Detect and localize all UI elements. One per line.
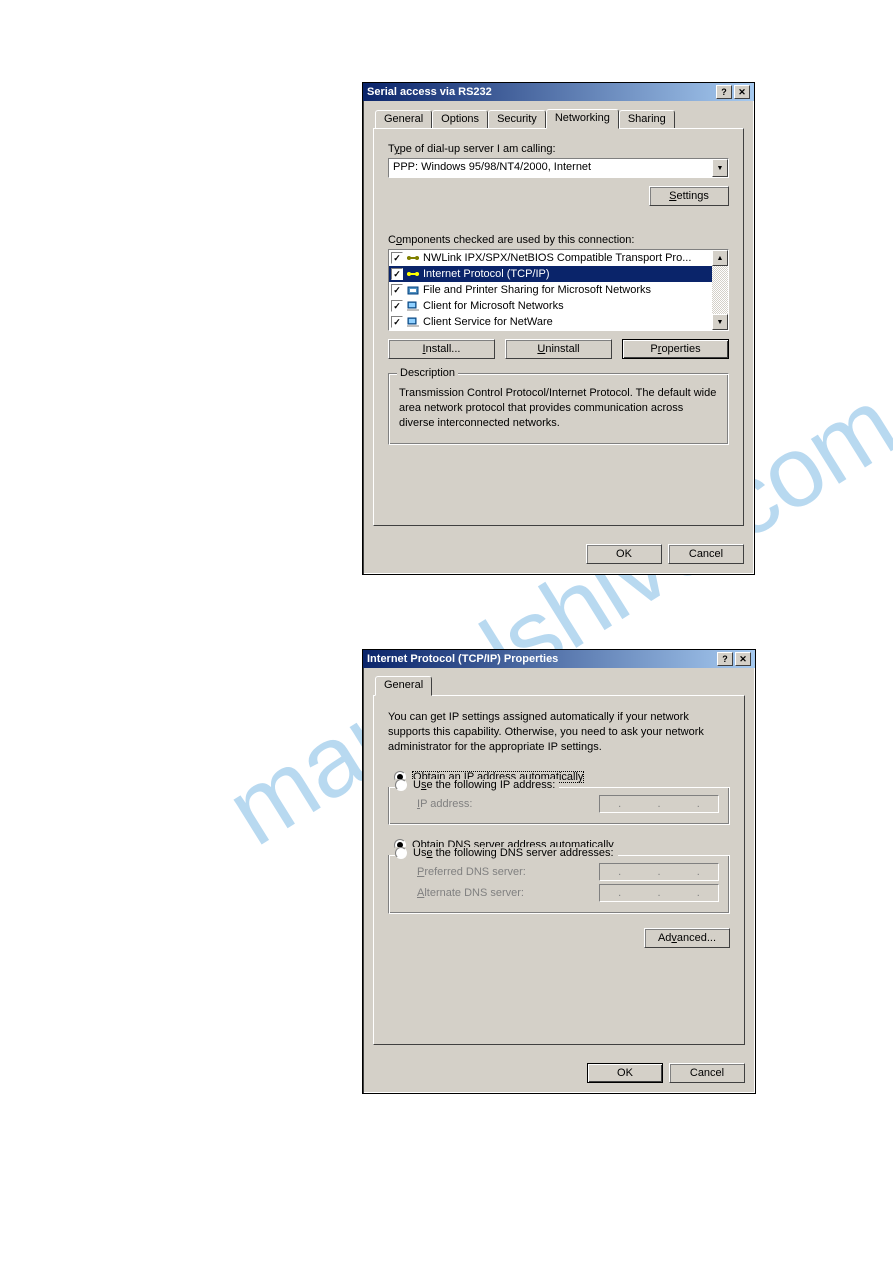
- list-item-label: NWLink IPX/SPX/NetBIOS Compatible Transp…: [423, 252, 691, 264]
- cancel-button[interactable]: Cancel: [669, 1063, 745, 1083]
- titlebar[interactable]: Internet Protocol (TCP/IP) Properties ? …: [363, 650, 755, 668]
- tab-panel-general: You can get IP settings assigned automat…: [373, 695, 745, 1045]
- dialog-body: General Options Security Networking Shar…: [363, 101, 754, 536]
- list-item-label: Client Service for NetWare: [423, 316, 553, 328]
- dns-manual-label: Use the following DNS server addresses:: [413, 847, 614, 859]
- client-icon: [406, 315, 420, 329]
- radio[interactable]: [395, 847, 407, 859]
- protocol-icon: [406, 251, 420, 265]
- checkbox[interactable]: [391, 300, 403, 312]
- list-item-label: Client for Microsoft Networks: [423, 300, 564, 312]
- uninstall-button[interactable]: Uninstall: [505, 339, 612, 359]
- components-label: Components checked are used by this conn…: [388, 234, 729, 246]
- protocol-icon: [406, 267, 420, 281]
- components-listbox[interactable]: NWLink IPX/SPX/NetBIOS Compatible Transp…: [388, 249, 729, 331]
- dropdown-arrow[interactable]: ▼: [712, 159, 728, 177]
- chevron-down-icon: ▼: [717, 165, 724, 172]
- scroll-track[interactable]: [712, 266, 728, 314]
- tab-options[interactable]: Options: [432, 110, 488, 130]
- checkbox[interactable]: [391, 252, 403, 264]
- server-type-dropdown[interactable]: PPP: Windows 95/98/NT4/2000, Internet ▼: [388, 158, 729, 178]
- pref-dns-row: Preferred DNS server: ...: [417, 863, 719, 881]
- title-text: Serial access via RS232: [367, 86, 714, 98]
- description-text: Transmission Control Protocol/Internet P…: [399, 386, 718, 431]
- dns-manual-radio-row[interactable]: Use the following DNS server addresses:: [395, 847, 618, 859]
- radio[interactable]: [395, 779, 407, 791]
- ip-manual-group: Use the following IP address: IP address…: [388, 787, 730, 825]
- help-button[interactable]: ?: [717, 652, 733, 666]
- pref-dns-label: Preferred DNS server:: [417, 866, 526, 878]
- ip-address-label: IP address:: [417, 798, 472, 810]
- dialog-footer: OK Cancel: [363, 536, 754, 574]
- tab-general[interactable]: General: [375, 110, 432, 130]
- tab-security[interactable]: Security: [488, 110, 546, 130]
- tab-strip: General Options Security Networking Shar…: [373, 109, 744, 129]
- checkbox[interactable]: [391, 268, 403, 280]
- scroll-up-button[interactable]: ▲: [712, 250, 728, 266]
- close-button[interactable]: ✕: [735, 652, 751, 666]
- dialog-tcpip-properties: Internet Protocol (TCP/IP) Properties ? …: [362, 649, 756, 1094]
- list-item-label: Internet Protocol (TCP/IP): [423, 268, 550, 280]
- dns-manual-group: Use the following DNS server addresses: …: [388, 855, 730, 914]
- list-item-label: File and Printer Sharing for Microsoft N…: [423, 284, 651, 296]
- ok-button[interactable]: OK: [587, 1063, 663, 1083]
- cancel-button[interactable]: Cancel: [668, 544, 744, 564]
- list-item[interactable]: NWLink IPX/SPX/NetBIOS Compatible Transp…: [389, 250, 712, 266]
- tab-sharing[interactable]: Sharing: [619, 110, 675, 130]
- description-groupbox: Description Transmission Control Protoco…: [388, 373, 729, 445]
- install-button[interactable]: Install...: [388, 339, 495, 359]
- advanced-button[interactable]: Advanced...: [644, 928, 730, 948]
- server-type-label: Type of dial-up server I am calling:: [388, 143, 729, 155]
- client-icon: [406, 299, 420, 313]
- tab-general[interactable]: General: [375, 676, 432, 696]
- checkbox[interactable]: [391, 316, 403, 328]
- description-legend: Description: [397, 367, 458, 379]
- list-item[interactable]: Internet Protocol (TCP/IP): [389, 266, 712, 282]
- ip-address-row: IP address: ...: [417, 795, 719, 813]
- scroll-down-button[interactable]: ▼: [712, 314, 728, 330]
- ok-button[interactable]: OK: [586, 544, 662, 564]
- help-button[interactable]: ?: [716, 85, 732, 99]
- server-type-value: PPP: Windows 95/98/NT4/2000, Internet: [389, 159, 712, 177]
- list-item[interactable]: Client for Microsoft Networks: [389, 298, 712, 314]
- alt-dns-label: Alternate DNS server:: [417, 887, 524, 899]
- dialog-footer: OK Cancel: [363, 1055, 755, 1093]
- close-button[interactable]: ✕: [734, 85, 750, 99]
- tab-panel-networking: Type of dial-up server I am calling: PPP…: [373, 128, 744, 526]
- settings-button[interactable]: Settings: [649, 186, 729, 206]
- scrollbar[interactable]: ▲ ▼: [712, 250, 728, 330]
- ip-manual-radio-row[interactable]: Use the following IP address:: [395, 779, 559, 791]
- checkbox[interactable]: [391, 284, 403, 296]
- intro-text: You can get IP settings assigned automat…: [388, 710, 730, 755]
- properties-button[interactable]: Properties: [622, 339, 729, 359]
- alt-dns-row: Alternate DNS server: ...: [417, 884, 719, 902]
- titlebar[interactable]: Serial access via RS232 ? ✕: [363, 83, 754, 101]
- service-icon: [406, 283, 420, 297]
- ip-address-field: ...: [599, 795, 719, 813]
- list-item[interactable]: Client Service for NetWare: [389, 314, 712, 330]
- list-item[interactable]: File and Printer Sharing for Microsoft N…: [389, 282, 712, 298]
- alt-dns-field: ...: [599, 884, 719, 902]
- title-text: Internet Protocol (TCP/IP) Properties: [367, 653, 715, 665]
- dialog-body: General You can get IP settings assigned…: [363, 668, 755, 1055]
- ip-manual-label: Use the following IP address:: [413, 779, 555, 791]
- pref-dns-field: ...: [599, 863, 719, 881]
- tab-strip: General: [373, 676, 745, 696]
- dialog-serial-access: Serial access via RS232 ? ✕ General Opti…: [362, 82, 755, 575]
- tab-networking[interactable]: Networking: [546, 109, 619, 129]
